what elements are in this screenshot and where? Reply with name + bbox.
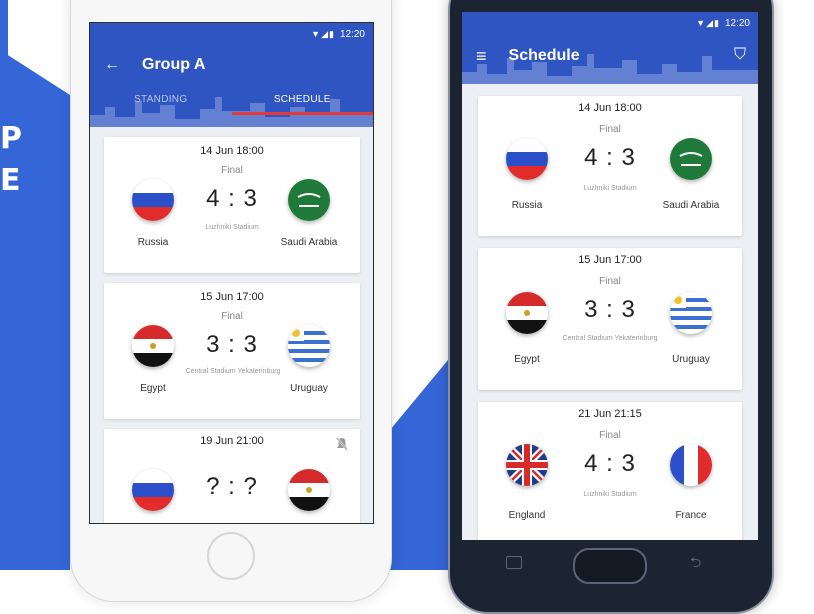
match-status: Final: [599, 124, 621, 135]
bell-off-icon[interactable]: [336, 437, 348, 454]
egypt-flag-icon: [132, 325, 174, 367]
match-venue: Central Stadium Yekaterinburg: [562, 335, 658, 342]
saudi-arabia-flag-icon: [288, 179, 330, 221]
away-score: ?: [243, 473, 258, 500]
away-team-name: Saudi Arabia: [662, 200, 720, 211]
away-team-name: Uruguay: [290, 383, 328, 394]
match-venue: Luzhniki Stadium: [205, 224, 259, 231]
home-score: 3: [206, 331, 221, 358]
uruguay-flag-icon: [670, 292, 712, 334]
home-score: 4: [584, 450, 599, 477]
tab-bar: STANDING SCHEDULE: [90, 85, 373, 115]
match-date: 14 Jun 18:00: [200, 145, 264, 157]
menu-icon[interactable]: ≡: [476, 46, 487, 67]
match-card[interactable]: 19 Jun 21:00 ? : ?: [104, 429, 360, 523]
app-bar: ▼◢▮ 12:20 ← Group A STANDING SCHEDULE: [90, 23, 373, 127]
match-status: Final: [599, 276, 621, 287]
match-status: Final: [221, 165, 243, 176]
away-team-name: Saudi Arabia: [280, 237, 338, 248]
home-button[interactable]: [207, 532, 255, 580]
match-venue: Central Stadium Yekaterinburg: [185, 368, 281, 375]
status-time: 12:20: [339, 28, 365, 40]
match-card[interactable]: 14 Jun 18:00 Final 4 : 3 Luzhniki Stadiu…: [104, 137, 360, 273]
status-time: 12:20: [724, 17, 750, 29]
promo-text: P E: [0, 118, 22, 202]
russia-flag-icon: [132, 469, 174, 511]
england-flag-icon: [506, 444, 548, 486]
russia-flag-icon: [506, 138, 548, 180]
match-status: Final: [599, 430, 621, 441]
tab-standing[interactable]: STANDING: [90, 85, 232, 115]
home-team-name: Russia: [511, 200, 543, 211]
group-a-screen: ▼◢▮ 12:20 ← Group A STANDING SCHEDULE 14…: [89, 22, 374, 524]
match-date: 19 Jun 21:00: [200, 435, 264, 447]
tab-schedule[interactable]: SCHEDULE: [231, 85, 373, 115]
egypt-flag-icon: [288, 469, 330, 511]
back-arrow-icon[interactable]: ←: [104, 56, 120, 74]
home-team-name: England: [508, 510, 546, 521]
match-venue: Luzhniki Stadium: [583, 185, 637, 192]
recent-apps-icon[interactable]: [506, 556, 522, 569]
home-score: 4: [584, 144, 599, 171]
away-score: 3: [621, 450, 636, 477]
signal-battery-icon: ▼◢▮: [311, 28, 335, 39]
app-bar: ▼◢▮ 12:20 ≡ Schedule ⛉: [462, 12, 758, 84]
home-score: ?: [206, 473, 221, 500]
match-card[interactable]: 15 Jun 17:00 Final 3 : 3 Central Stadium…: [478, 248, 742, 390]
match-date: 15 Jun 17:00: [578, 254, 642, 266]
france-flag-icon: [670, 444, 712, 486]
dark-phone-home-button[interactable]: [573, 548, 647, 584]
match-date: 15 Jun 17:00: [200, 291, 264, 303]
away-score: 3: [243, 185, 258, 212]
home-team-name: Egypt: [140, 383, 166, 394]
promo-text-line-1: P: [0, 121, 22, 156]
title-row: ← Group A: [90, 45, 373, 85]
match-status: Final: [221, 311, 243, 322]
russia-flag-icon: [132, 179, 174, 221]
match-card[interactable]: 21 Jun 21:15 Final 4 : 3 Luzhniki Stadiu…: [478, 402, 742, 540]
match-card[interactable]: 15 Jun 17:00 Final 3 : 3 Central Stadium…: [104, 283, 360, 419]
away-score: 3: [621, 296, 636, 323]
schedule-screen: ▼◢▮ 12:20 ≡ Schedule ⛉ 14 Jun 18:00 Fina…: [462, 12, 758, 540]
match-date: 21 Jun 21:15: [578, 408, 642, 420]
match-date: 14 Jun 18:00: [578, 102, 642, 114]
egypt-flag-icon: [506, 292, 548, 334]
promo-text-line-2: E: [0, 163, 21, 198]
uruguay-flag-icon: [288, 325, 330, 367]
page-title: Schedule: [508, 47, 580, 64]
page-title: Group A: [142, 56, 206, 73]
status-bar: ▼◢▮ 12:20: [462, 12, 758, 34]
match-card[interactable]: 14 Jun 18:00 Final 4 : 3 Luzhniki Stadiu…: [478, 96, 742, 236]
home-score: 4: [206, 185, 221, 212]
saudi-arabia-flag-icon: [670, 138, 712, 180]
home-team-name: Russia: [137, 237, 169, 248]
back-nav-icon[interactable]: ⮌: [690, 552, 701, 576]
away-score: 3: [621, 144, 636, 171]
away-score: 3: [243, 331, 258, 358]
away-team-name: France: [675, 510, 707, 521]
filter-icon[interactable]: ⛉: [734, 46, 746, 64]
home-team-name: Egypt: [514, 354, 540, 365]
status-bar: ▼◢▮ 12:20: [90, 23, 373, 45]
title-row: ≡ Schedule ⛉: [462, 34, 758, 78]
signal-battery-icon: ▼◢▮: [696, 17, 720, 28]
away-team-name: Uruguay: [672, 354, 710, 365]
home-score: 3: [584, 296, 599, 323]
match-venue: Luzhniki Stadium: [583, 491, 637, 498]
